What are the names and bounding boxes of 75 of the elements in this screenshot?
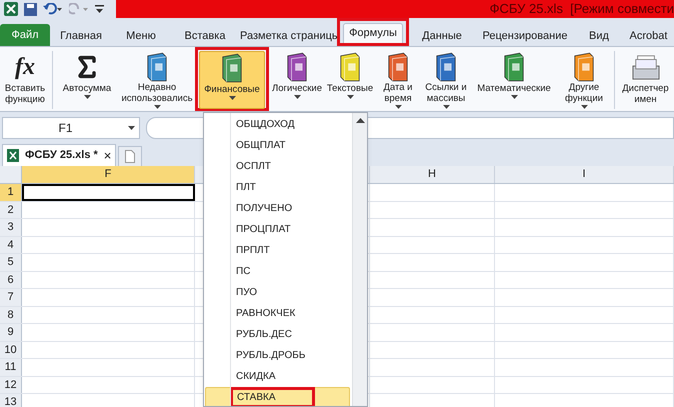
column-header[interactable]: F [22, 166, 195, 183]
close-icon[interactable]: × [104, 146, 112, 166]
menu-item[interactable]: СТАВКА [205, 387, 350, 406]
menu-item[interactable]: ПУО [205, 282, 350, 303]
row-header[interactable]: 3 [0, 219, 22, 236]
ribbon-tab[interactable]: Главная [50, 26, 112, 46]
ribbon-tab[interactable]: Меню [112, 26, 170, 46]
window-title: ФСБУ 25.xls [Режим совмести [490, 0, 674, 18]
page-icon [125, 150, 136, 163]
selected-cell[interactable] [22, 184, 195, 200]
row-header[interactable]: 4 [0, 236, 22, 253]
ribbon-button[interactable]: Ссылки и массивы [420, 51, 472, 109]
ribbon-tab[interactable]: Данные [409, 26, 475, 46]
file-tab[interactable]: Файл [0, 24, 50, 46]
ribbon-tab[interactable]: Рецензирование [475, 26, 575, 46]
ribbon-tab[interactable]: Формулы [343, 23, 403, 43]
book-icon [145, 52, 169, 82]
book-icon [386, 52, 410, 82]
row-header[interactable]: 2 [0, 202, 22, 218]
ribbon-tab[interactable]: Вид [575, 26, 623, 46]
name-box[interactable]: F1 [2, 117, 140, 139]
row-header[interactable]: 13 [0, 394, 22, 407]
column-header[interactable]: H [370, 166, 495, 183]
ribbon-tab[interactable]: Acrobat [623, 26, 674, 46]
ribbon-button[interactable]: Диспетчер имен [617, 51, 674, 109]
ribbon-button[interactable]: Логические [270, 51, 324, 109]
workbook-tab[interactable]: ФСБУ 25.xls * × [2, 144, 116, 166]
menu-item[interactable]: ОБЩПЛАТ [205, 135, 350, 156]
menu-item[interactable]: ПРОЦПЛАТ [205, 219, 350, 240]
row-header[interactable]: 8 [0, 306, 22, 323]
customize-toolbar-icon[interactable] [95, 4, 104, 14]
spreadsheet-app-icon[interactable] [4, 2, 18, 16]
ribbon-button[interactable]: Математические [472, 51, 556, 109]
new-workbook-tab[interactable] [118, 146, 142, 166]
menu-item[interactable]: РУБЛЬ.ДЕС [205, 324, 350, 345]
book-icon [338, 52, 362, 82]
ribbon-button[interactable]: fx Вставить функцию [0, 51, 50, 109]
book-icon [502, 52, 526, 82]
menu-item[interactable]: ПС [205, 261, 350, 282]
scrollbar[interactable] [352, 113, 367, 406]
book-icon [572, 52, 596, 82]
row-header[interactable]: 9 [0, 324, 22, 340]
row-header[interactable]: 11 [0, 359, 22, 376]
undo-icon[interactable] [43, 3, 63, 15]
ribbon-button[interactable]: Автосумма [55, 51, 119, 109]
row-header[interactable]: 1 [0, 184, 22, 200]
menu-item[interactable]: ОСПЛТ [205, 156, 350, 177]
row-header[interactable]: 7 [0, 289, 22, 306]
menu-item[interactable]: ПОЛУЧЕНО [205, 198, 350, 219]
ribbon-button[interactable]: Другие функции [556, 51, 612, 109]
book-icon [434, 52, 458, 82]
menu-item[interactable]: СКИДКА [205, 366, 350, 387]
save-icon[interactable] [24, 2, 37, 16]
function-icon: fx [15, 52, 35, 82]
row-header[interactable]: 5 [0, 254, 22, 270]
ribbon-tab[interactable]: Вставка [170, 26, 240, 46]
book-icon [285, 52, 309, 82]
book-icon [220, 53, 244, 83]
ribbon-button[interactable]: Финансовые [199, 51, 265, 109]
row-header[interactable]: 6 [0, 272, 22, 288]
ribbon-button[interactable]: Недавно использовались [119, 51, 195, 109]
menu-item[interactable]: РАВНОКЧЕК [205, 303, 350, 324]
row-header[interactable]: 12 [0, 376, 22, 393]
column-header[interactable]: I [495, 166, 674, 183]
row-header[interactable]: 10 [0, 342, 22, 358]
spreadsheet-icon [7, 149, 19, 162]
card-file-icon [630, 53, 660, 81]
menu-item[interactable]: ОБЩДОХОД [205, 114, 350, 135]
caret-icon [128, 126, 135, 130]
menu-item[interactable]: ПРПЛТ [205, 240, 350, 261]
ribbon-button[interactable]: Текстовые [324, 51, 376, 109]
menu-item[interactable]: РУБЛЬ.ДРОБЬ [205, 345, 350, 366]
menu-item[interactable]: ПЛТ [205, 177, 350, 198]
workbook-name: ФСБУ 25.xls * [25, 148, 98, 164]
ribbon-button[interactable]: Дата и время [376, 51, 420, 109]
